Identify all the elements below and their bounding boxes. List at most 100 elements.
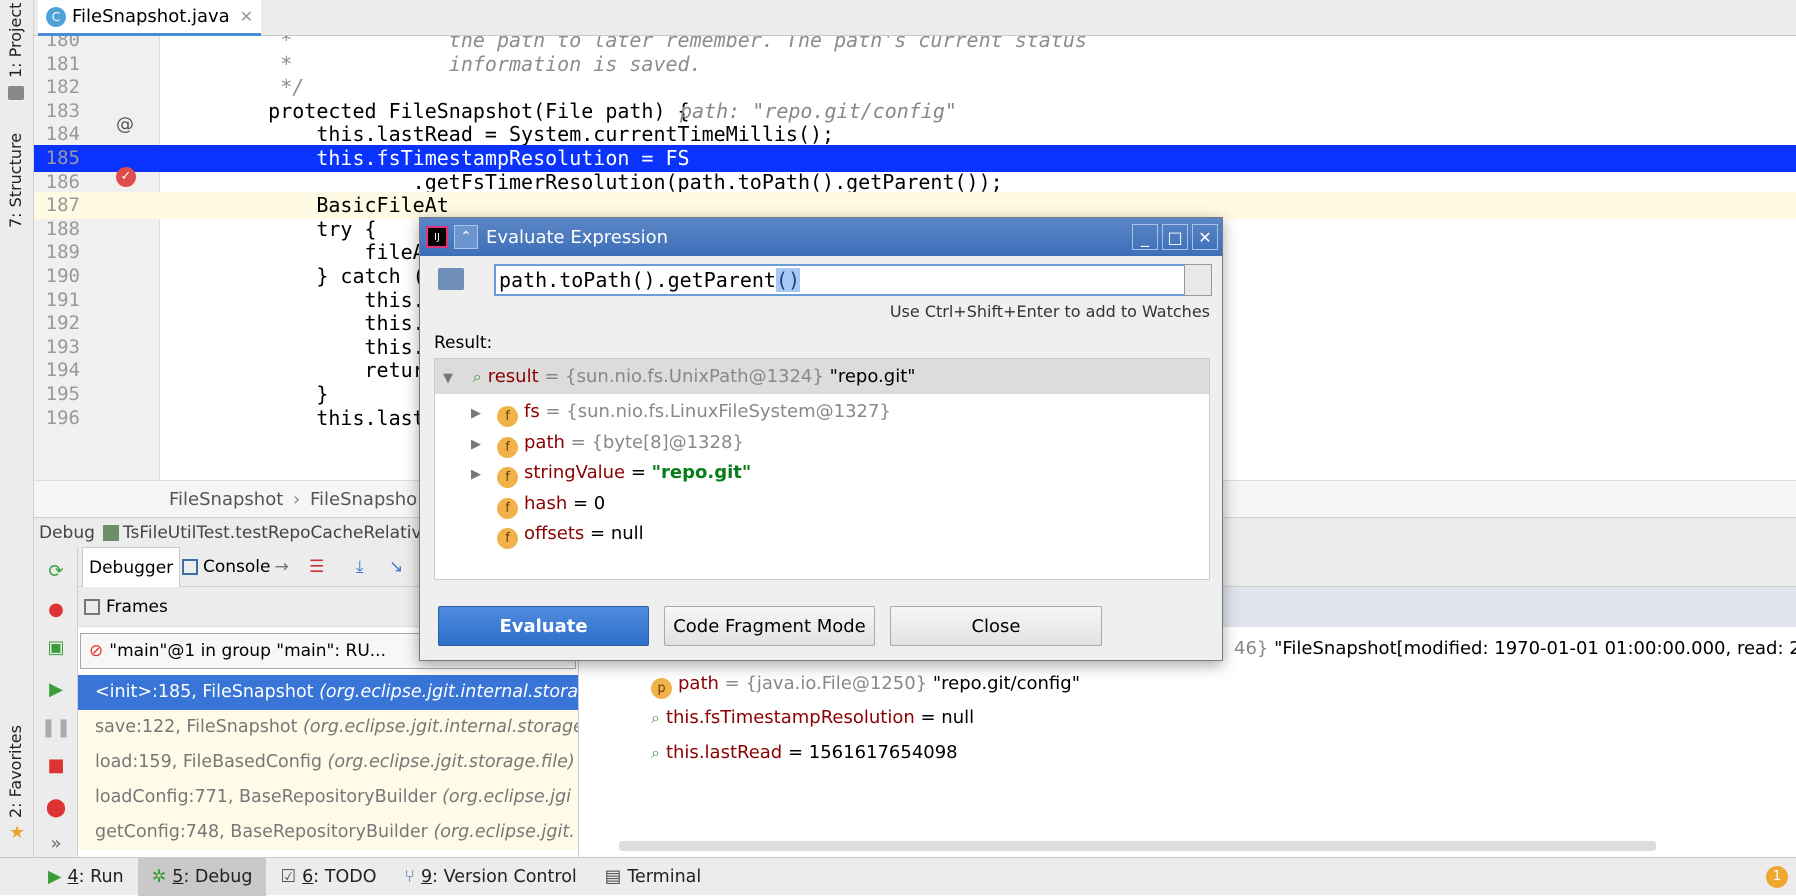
rerun-icon[interactable]: ⟳ <box>44 559 68 583</box>
console-pin-icon: → <box>274 557 289 577</box>
tab-console[interactable]: Console → <box>176 547 295 587</box>
expression-row: path.toPath().getParent() <box>438 262 1212 298</box>
frame-method: <init>:185, FileSnapshot <box>95 682 320 702</box>
bottom-tab-run[interactable]: ▶ 4: Run <box>34 858 138 896</box>
result-name: result <box>487 366 539 387</box>
stack-frame[interactable]: load:159, FileBasedConfig (org.eclipse.j… <box>78 745 578 780</box>
field-name: hash <box>524 492 568 514</box>
bottom-tab-terminal[interactable]: ▤ Terminal <box>591 858 716 896</box>
expression-selection: () <box>775 268 801 292</box>
view-breakpoints-icon[interactable]: ⬤ <box>44 795 68 819</box>
evaluate-expression-dialog: IJ ⌃ Evaluate Expression _ □ ✕ path.toPa… <box>419 217 1223 661</box>
favorites-star-icon: ★ <box>9 822 26 843</box>
restore-layout-icon[interactable]: ▣ <box>44 635 68 659</box>
breadcrumb-item-class[interactable]: FileSnapshot <box>169 489 283 510</box>
class-icon: C <box>46 6 66 27</box>
variable-row[interactable]: ⌕ this.lastRead = 1561617654098 <box>651 735 958 770</box>
override-marker-icon[interactable]: @ <box>116 114 136 135</box>
pause-icon[interactable]: ❚❚ <box>41 715 71 739</box>
frames-list[interactable]: <init>:185, FileSnapshot (org.eclipse.jg… <box>78 675 578 850</box>
show-execution-point-icon[interactable]: ☰ <box>303 547 330 587</box>
bottom-tab-label: : Debug <box>183 866 253 887</box>
field-name: stringValue <box>524 462 626 483</box>
horizontal-scrollbar[interactable] <box>619 841 1656 851</box>
watch-glasses-icon: ⌕ <box>651 743 660 762</box>
step-into-icon[interactable]: ↘ <box>383 547 409 587</box>
watches-hint: Use Ctrl+Shift+Enter to add to Watches <box>889 302 1210 321</box>
expand-editor-icon[interactable] <box>1184 264 1212 296</box>
stack-frame[interactable]: save:122, FileSnapshot (org.eclipse.jgit… <box>78 710 578 745</box>
expression-input[interactable]: path.toPath().getParent() <box>494 264 1190 296</box>
collapse-arrow-icon[interactable]: ▼ <box>443 361 457 396</box>
stack-frame[interactable]: loadConfig:771, BaseRepositoryBuilder (o… <box>78 780 578 815</box>
resume-icon[interactable]: ▶ <box>44 677 68 701</box>
breakpoint-icon[interactable]: ✓ <box>116 167 136 187</box>
editor-tab-filesnapshot[interactable]: C FileSnapshot.java ✕ <box>38 0 261 36</box>
stop-breakpoint-icon[interactable]: ● <box>44 597 68 621</box>
watch-glasses-icon: ⌕ <box>651 708 660 727</box>
field-name: path <box>524 431 565 453</box>
result-field-row[interactable]: f offsets = null <box>435 516 1209 551</box>
breadcrumb-separator: › <box>293 489 301 510</box>
evaluate-button[interactable]: Evaluate <box>438 606 649 646</box>
bottom-tab-key: 4 <box>67 866 79 887</box>
bottom-tab-todo[interactable]: ☑ 6: TODO <box>266 858 390 896</box>
frame-package: (org.eclipse.jgi <box>442 787 572 807</box>
more-actions-icon[interactable]: » <box>44 831 68 855</box>
intellij-logo-icon: IJ <box>426 226 448 248</box>
frame-package: (org.eclipse.jgit. <box>433 822 575 842</box>
close-dialog-icon[interactable]: ✕ <box>1192 224 1218 250</box>
expression-history-icon[interactable] <box>438 268 464 290</box>
debug-label: Debug <box>39 522 95 543</box>
result-tree[interactable]: ▼ ⌕ result = {sun.nio.fs.UnixPath@1324} "… <box>434 358 1210 580</box>
debug-config-tab[interactable]: TsFileUtilTest.testRepoCacheRelative <box>123 523 432 543</box>
tab-debugger[interactable]: Debugger <box>82 547 181 587</box>
event-log-badge[interactable]: 1 <box>1766 865 1788 888</box>
variable-row[interactable]: 46} "FileSnapshot[modified: 1970-01-01 0… <box>1234 631 1796 666</box>
stack-frame[interactable]: <init>:185, FileSnapshot (org.eclipse.jg… <box>78 675 578 710</box>
variable-value: = 1561617654098 <box>782 742 958 763</box>
field-ref: = 0 <box>567 492 606 514</box>
debug-actions-toolbar: ⟳ ● ▣ ▶ ❚❚ ■ ⬤ » <box>34 547 78 857</box>
stack-frame[interactable]: getConfig:748, BaseRepositoryBuilder (or… <box>78 815 578 850</box>
result-root-row[interactable]: ▼ ⌕ result = {sun.nio.fs.UnixPath@1324} "… <box>435 359 1209 394</box>
variable-name: path <box>678 673 719 694</box>
variable-name: this.fsTimestampResolution <box>665 707 915 728</box>
collapse-icon[interactable]: ⌃ <box>454 225 478 249</box>
bottom-tab-debug[interactable]: ✲ 5: Debug <box>137 857 267 896</box>
favorites-tool-tab-label: 2: Favorites <box>6 725 25 818</box>
frame-method: load:159, FileBasedConfig <box>95 752 328 772</box>
project-tool-tab-label: 1: Project <box>6 2 25 78</box>
variable-row[interactable]: ⌕ this.fsTimestampResolution = null <box>651 700 974 735</box>
project-tool-tab[interactable]: 1: Project <box>6 3 25 78</box>
maximize-icon[interactable]: □ <box>1162 224 1188 250</box>
vcs-icon: ⑂ <box>404 866 415 887</box>
close-tab-icon[interactable]: ✕ <box>240 7 253 26</box>
stop-icon[interactable]: ■ <box>44 753 68 777</box>
variable-row[interactable]: p path = {java.io.File@1250} "repo.git/co… <box>651 666 1080 701</box>
variable-ref: = {java.io.File@1250} <box>718 673 928 694</box>
left-tool-strip: 1: Project 7: Structure 2: Favorites ★ <box>0 0 34 857</box>
minimize-icon[interactable]: _ <box>1132 224 1158 250</box>
step-over-icon[interactable]: ⤓ <box>350 547 370 587</box>
breadcrumb-item-constructor[interactable]: FileSnapsho <box>310 489 417 510</box>
line-number: 196 <box>45 406 80 429</box>
frame-method: getConfig:748, BaseRepositoryBuilder <box>95 822 434 842</box>
editor-tab-label: FileSnapshot.java <box>72 6 230 27</box>
variable-name: this.lastRead <box>665 742 783 763</box>
thread-label: "main"@1 in group "main": RU... <box>109 641 386 661</box>
play-icon: ▶ <box>48 866 62 887</box>
close-button[interactable]: Close <box>890 606 1102 646</box>
frames-icon <box>84 598 100 615</box>
frame-package: (org.eclipse.jgit.internal.storage. <box>303 717 578 737</box>
bug-icon: ✲ <box>151 866 167 887</box>
structure-tool-tab[interactable]: 7: Structure <box>6 133 25 228</box>
code-fragment-mode-button[interactable]: Code Fragment Mode <box>664 606 875 646</box>
dialog-title-bar[interactable]: IJ ⌃ Evaluate Expression _ □ ✕ <box>420 218 1222 256</box>
bottom-tab-versioncontrol[interactable]: ⑂ 9: Version Control <box>390 858 590 896</box>
favorites-tool-tab[interactable]: 2: Favorites <box>6 725 25 818</box>
variable-value: "FileSnapshot[modified: 1970-01-01 01:00… <box>1268 638 1796 659</box>
frame-package: (org.eclipse.jgit.storage.file) <box>327 752 575 772</box>
frame-package: (org.eclipse.jgit.internal.storage <box>319 682 578 702</box>
expression-text: path.toPath().getParent <box>499 268 776 292</box>
